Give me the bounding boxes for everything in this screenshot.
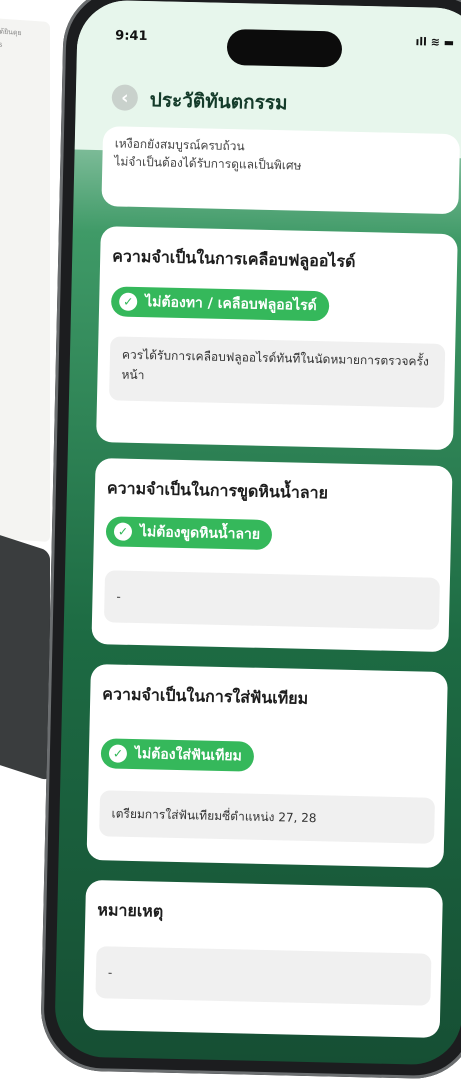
partial-card-text: เหงือกยังสมบูรณ์ครบถ้วน ไม่จำเป็นต้องได้…: [114, 134, 302, 174]
status-badge: ✓ ไม่ต้องทา / เคลือบฟลูออไรด์: [110, 286, 330, 322]
card-title: ความจำเป็นในการขูดหินน้ำลาย: [106, 478, 329, 503]
badge-label: ไม่ต้องทา / เคลือบฟลูออไรด์: [145, 294, 317, 315]
background-text-2: ts: [0, 40, 3, 49]
card-fluoride: ความจำเป็นในการเคลือบฟลูออไรด์ ✓ ไม่ต้อง…: [96, 226, 458, 451]
card-title: หมายเหตุ: [97, 900, 164, 921]
partial-card-line-2: ไม่จำเป็นต้องได้รับการดูแลเป็นพิเศษ: [114, 154, 302, 173]
status-badge: ✓ ไม่ต้องใส่ฟันเทียม: [100, 738, 255, 772]
card-denture: ความจำเป็นในการใส่ฟันเทียม ✓ ไม่ต้องใส่ฟ…: [86, 663, 448, 869]
badge-label: ไม่ต้องใส่ฟันเทียม: [134, 746, 243, 765]
check-icon: ✓: [113, 522, 133, 541]
phone-screen: 9:41 ıll ≋ ▬ ‹ ประวัติทันตกรรม เหงือกยัง…: [54, 0, 461, 1066]
card-note: -: [103, 570, 441, 630]
background-document: ได้ยินดุย ts: [0, 17, 50, 543]
badge-label: ไม่ต้องขูดหินน้ำลาย: [139, 524, 261, 543]
card-title: ความจำเป็นในการเคลือบฟลูออไรด์: [112, 246, 356, 271]
chevron-left-icon: ‹: [120, 87, 129, 109]
status-badge: ✓ ไม่ต้องขูดหินน้ำลาย: [105, 516, 273, 551]
partial-card: เหงือกยังสมบูรณ์ครบถ้วน ไม่จำเป็นต้องได้…: [101, 126, 461, 215]
background-text-1: ได้ยินดุย: [0, 27, 22, 38]
back-button[interactable]: ‹: [111, 84, 139, 111]
status-icons: ıll ≋ ▬: [415, 35, 455, 50]
page-title: ประวัติทันตกรรม: [149, 89, 288, 115]
card-remarks: หมายเหตุ -: [82, 879, 443, 1038]
check-icon: ✓: [118, 292, 138, 311]
card-note: เตรียมการใส่ฟันเทียมซี่ตำแหน่ง 27, 28: [99, 790, 436, 844]
status-time: 9:41: [115, 28, 148, 45]
card-note: -: [95, 946, 432, 1006]
card-note: ควรได้รับการเคลือบฟลูออไรด์ทันทีในนัดหมา…: [108, 336, 446, 408]
card-scaling: ความจำเป็นในการขูดหินน้ำลาย ✓ ไม่ต้องขูด…: [91, 458, 453, 653]
check-icon: ✓: [108, 744, 128, 763]
dynamic-island: [226, 28, 343, 68]
card-title: ความจำเป็นในการใส่ฟันเทียม: [102, 684, 309, 708]
background-laptop: [0, 528, 50, 782]
phone-frame: 9:41 ıll ≋ ▬ ‹ ประวัติทันตกรรม เหงือกยัง…: [39, 0, 461, 1080]
